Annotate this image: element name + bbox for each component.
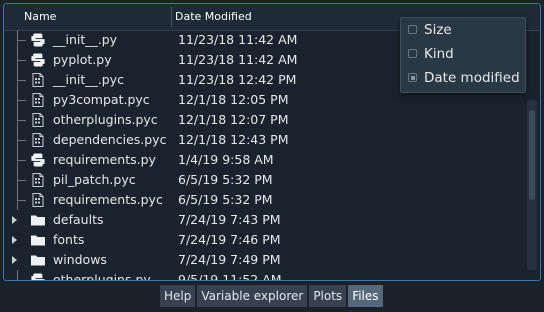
file-name: defaults — [53, 212, 104, 227]
file-row[interactable]: pil_patch.pyc 6/5/19 5:32 PM — [4, 170, 524, 190]
file-row[interactable]: requirements.pyc 6/5/19 5:32 PM — [4, 190, 524, 210]
file-date-modified: 7/24/19 7:46 PM — [178, 232, 281, 247]
date-column-header[interactable]: Date Modified — [175, 4, 252, 30]
tab-plots[interactable]: Plots — [309, 285, 347, 307]
compiled-file-icon — [30, 72, 46, 88]
pane-tab-bar: Help Variable explorer Plots Files — [160, 285, 383, 307]
file-row[interactable]: otherplugins.py 9/5/19 11:52 AM — [4, 270, 524, 281]
tab-files[interactable]: Files — [348, 285, 383, 307]
file-date-modified: 7/24/19 7:49 PM — [178, 252, 281, 267]
column-visibility-menu: Size Kind Date modified — [400, 17, 526, 93]
expand-arrow-icon[interactable] — [12, 216, 17, 224]
menu-item-date-modified[interactable]: Date modified — [401, 66, 525, 90]
tree-branch — [17, 140, 26, 141]
compiled-file-icon — [30, 192, 46, 208]
file-row[interactable]: otherplugins.pyc 12/1/18 12:07 PM — [4, 110, 524, 130]
menu-item-label: Kind — [424, 46, 454, 62]
tree-branch — [17, 200, 26, 201]
file-date-modified: 11/23/18 12:42 PM — [178, 72, 297, 87]
folder-row[interactable]: windows 7/24/19 7:49 PM — [4, 250, 524, 270]
file-date-modified: 6/5/19 5:32 PM — [178, 192, 273, 207]
menu-item-label: Size — [424, 22, 452, 38]
python-file-icon — [30, 152, 46, 168]
expand-arrow-icon[interactable] — [12, 256, 17, 264]
python-file-icon — [30, 32, 46, 48]
file-row[interactable]: py3compat.pyc 12/1/18 12:05 PM — [4, 90, 524, 110]
file-name: fonts — [53, 232, 85, 247]
tree-branch — [17, 60, 26, 61]
folder-icon — [30, 212, 46, 228]
file-date-modified: 12/1/18 12:07 PM — [178, 112, 289, 127]
tree-branch — [17, 80, 26, 81]
vertical-scrollbar[interactable] — [527, 100, 537, 270]
file-name: __init__.py — [53, 32, 118, 47]
column-separator[interactable] — [171, 7, 172, 27]
file-name: windows — [53, 252, 107, 267]
tree-branch — [17, 180, 26, 181]
file-date-modified: 12/1/18 12:43 PM — [178, 132, 289, 147]
file-name: dependencies.pyc — [53, 132, 167, 147]
folder-icon — [30, 232, 46, 248]
file-name: otherplugins.py — [53, 272, 151, 281]
tab-help[interactable]: Help — [160, 285, 196, 307]
folder-icon — [30, 252, 46, 268]
compiled-file-icon — [30, 112, 46, 128]
checkbox[interactable] — [408, 49, 417, 58]
file-row[interactable]: requirements.py 1/4/19 9:58 AM — [4, 150, 524, 170]
tree-branch — [17, 100, 26, 101]
file-name: pyplot.py — [53, 52, 112, 67]
folder-row[interactable]: defaults 7/24/19 7:43 PM — [4, 210, 524, 230]
file-date-modified: 6/5/19 5:32 PM — [178, 172, 273, 187]
tree-branch — [17, 160, 26, 161]
checkbox[interactable] — [408, 25, 417, 34]
file-name: requirements.py — [53, 152, 156, 167]
python-file-icon — [30, 272, 46, 280]
tab-variable-explorer[interactable]: Variable explorer — [197, 285, 308, 307]
file-name: requirements.pyc — [53, 192, 163, 207]
file-date-modified: 1/4/19 9:58 AM — [178, 152, 274, 167]
menu-item-label: Date modified — [424, 70, 520, 86]
python-file-icon — [30, 52, 46, 68]
file-date-modified: 7/24/19 7:43 PM — [178, 212, 281, 227]
name-column-header[interactable]: Name — [24, 4, 56, 30]
file-row[interactable]: dependencies.pyc 12/1/18 12:43 PM — [4, 130, 524, 150]
compiled-file-icon — [30, 132, 46, 148]
file-name: __init__.pyc — [53, 72, 124, 87]
file-date-modified: 11/23/18 11:42 AM — [178, 32, 298, 47]
checkbox[interactable] — [408, 73, 417, 82]
tree-branch — [17, 280, 26, 281]
folder-row[interactable]: fonts 7/24/19 7:46 PM — [4, 230, 524, 250]
file-date-modified: 11/23/18 11:42 AM — [178, 52, 298, 67]
compiled-file-icon — [30, 172, 46, 188]
file-name: otherplugins.pyc — [53, 112, 158, 127]
menu-item-kind[interactable]: Kind — [401, 42, 525, 66]
file-name: pil_patch.pyc — [53, 172, 136, 187]
compiled-file-icon — [30, 92, 46, 108]
file-date-modified: 9/5/19 11:52 AM — [178, 272, 282, 281]
expand-arrow-icon[interactable] — [12, 236, 17, 244]
tree-branch — [17, 120, 26, 121]
file-date-modified: 12/1/18 12:05 PM — [178, 92, 289, 107]
file-name: py3compat.pyc — [53, 92, 150, 107]
scrollbar-thumb[interactable] — [529, 110, 535, 200]
menu-item-size[interactable]: Size — [401, 18, 525, 42]
tree-branch — [17, 40, 26, 41]
